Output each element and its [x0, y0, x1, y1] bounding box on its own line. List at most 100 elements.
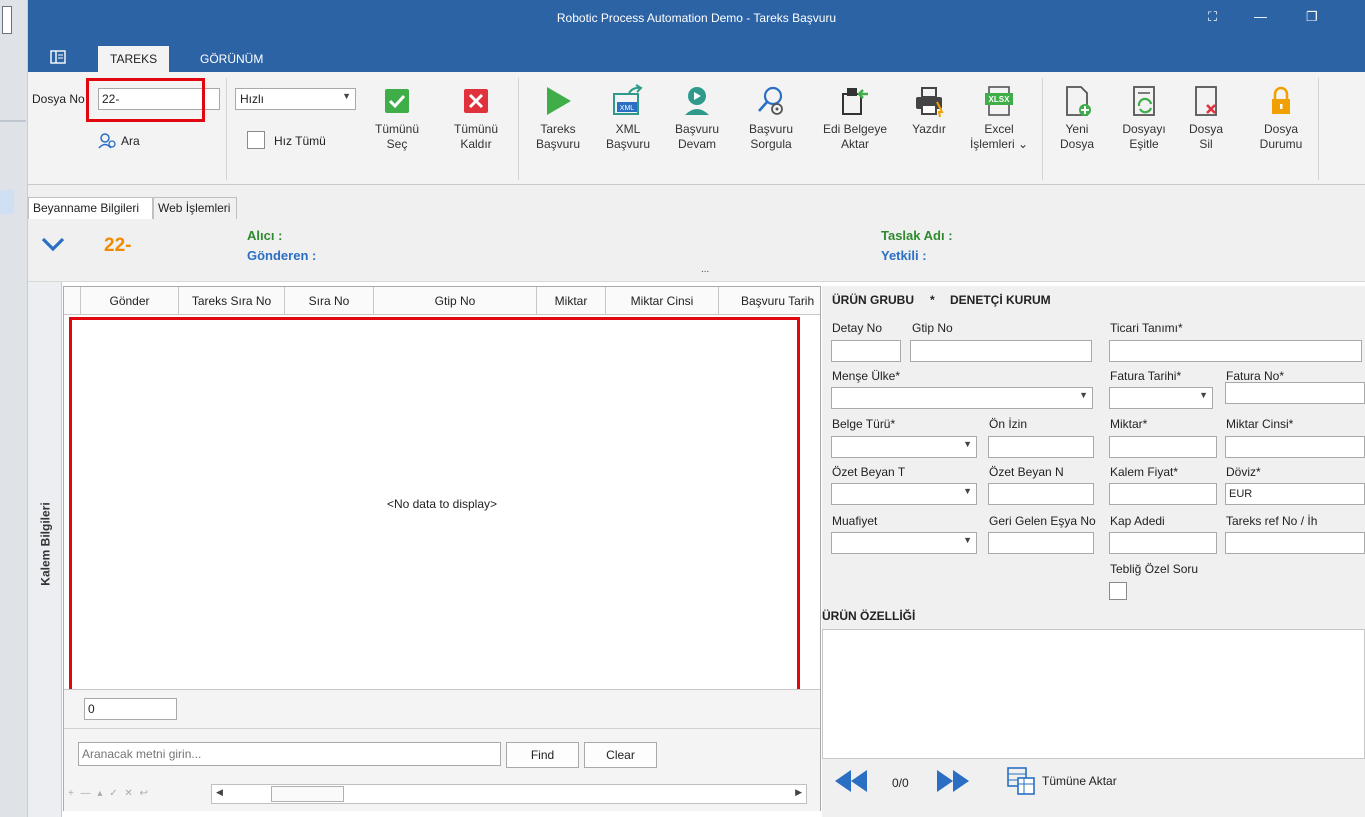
search-button[interactable]: Ara: [98, 132, 140, 150]
print-button[interactable]: Yazdır: [906, 84, 952, 137]
currency-input[interactable]: [1225, 483, 1365, 505]
select-all-button[interactable]: Tümünü Seç: [372, 84, 422, 152]
required-star: *: [930, 293, 935, 307]
column-header[interactable]: Gönder: [81, 287, 179, 315]
document-import-icon: [842, 88, 868, 115]
commercial-name-input[interactable]: [1109, 340, 1362, 362]
user-search-icon: [98, 133, 116, 149]
chevron-down-icon: ▼: [963, 439, 972, 449]
tareks-ref-input[interactable]: [1225, 532, 1365, 554]
gtip-no-input[interactable]: [910, 340, 1092, 362]
column-header[interactable]: Gtip No: [374, 287, 537, 315]
delete-file-button[interactable]: Dosya Sil: [1183, 84, 1229, 152]
invoice-no-input[interactable]: [1225, 382, 1365, 404]
all-speed-checkbox[interactable]: [247, 131, 265, 149]
scroll-left-icon[interactable]: ◀: [216, 787, 223, 798]
previous-icon[interactable]: [832, 768, 870, 797]
file-status-button[interactable]: Dosya Durumu: [1254, 84, 1308, 152]
xml-apply-button[interactable]: XML XML Başvuru: [601, 84, 655, 152]
tab-tareks[interactable]: TAREKS: [98, 46, 170, 72]
column-header[interactable]: Sıra No: [285, 287, 374, 315]
fullscreen-button[interactable]: ⛶: [1208, 9, 1217, 25]
panel-toggle-icon[interactable]: [50, 50, 66, 67]
origin-country-label: Menşe Ülke*: [832, 369, 901, 383]
scroll-thumb[interactable]: [271, 786, 344, 802]
detail-no-label: Detay No: [832, 321, 883, 335]
transfer-table-icon: [1007, 767, 1035, 795]
horizontal-scrollbar[interactable]: ◀ ▶: [211, 784, 807, 804]
declaration-number: 22-: [104, 235, 132, 256]
new-file-button[interactable]: Yeni Dosya: [1054, 84, 1100, 152]
xml-export-icon: XML: [613, 84, 643, 115]
find-button[interactable]: Find: [506, 742, 579, 768]
sync-file-icon: [1133, 86, 1155, 116]
quantity-label: Miktar*: [1110, 417, 1148, 431]
special-question-checkbox[interactable]: [1109, 582, 1127, 600]
column-header[interactable]: Başvuru Tarih: [719, 287, 820, 315]
speed-select[interactable]: Hızlı ▼: [235, 88, 356, 110]
file-no-label: Dosya No: [32, 92, 85, 106]
background-window-edge: [0, 0, 28, 817]
quantity-type-label: Miktar Cinsi*: [1226, 417, 1294, 431]
highlight-box: [69, 317, 800, 695]
scroll-right-icon[interactable]: ▶: [795, 787, 802, 798]
returned-goods-input[interactable]: [988, 532, 1094, 554]
grid-search-input[interactable]: [78, 742, 501, 766]
splitter-grip[interactable]: ...: [701, 264, 709, 275]
tab-beyanname-bilgileri[interactable]: Beyanname Bilgileri: [28, 197, 153, 219]
app-window: Robotic Process Automation Demo - Tareks…: [0, 0, 1365, 817]
tareks-apply-button[interactable]: Tareks Başvuru: [531, 84, 585, 152]
svg-text:XLSX: XLSX: [989, 95, 1011, 104]
highlight-box: [86, 78, 205, 122]
declaration-header: 22- Alıcı : Gönderen : Taslak Adı : Yetk…: [28, 220, 1365, 282]
summary-declaration-t-label: Özet Beyan T: [832, 465, 906, 479]
apply-query-button[interactable]: Başvuru Sorgula: [741, 84, 801, 152]
background-selection: [0, 190, 14, 214]
summary-declaration-t-select[interactable]: ▼: [831, 483, 977, 505]
package-count-label: Kap Adedi: [1110, 514, 1165, 528]
item-price-input[interactable]: [1109, 483, 1217, 505]
invoice-date-picker[interactable]: ▼: [1109, 387, 1213, 409]
exemption-select[interactable]: ▼: [831, 532, 977, 554]
sync-file-button[interactable]: Dosyayı Eşitle: [1118, 84, 1170, 152]
close-icon: [464, 89, 488, 113]
item-price-label: Kalem Fiyat*: [1110, 465, 1179, 479]
item-info-label: Kalem Bilgileri: [38, 502, 53, 586]
minimize-button[interactable]: —: [1254, 9, 1267, 24]
row-count-field[interactable]: [84, 698, 177, 720]
quantity-input[interactable]: [1109, 436, 1217, 458]
chevron-down-icon: ▼: [963, 486, 972, 496]
pre-permit-input[interactable]: [988, 436, 1094, 458]
clear-all-button[interactable]: Tümünü Kaldır: [450, 84, 502, 152]
grid-indicator-header: [64, 287, 81, 315]
title-bar: Robotic Process Automation Demo - Tareks…: [28, 0, 1365, 40]
apply-continue-button[interactable]: Başvuru Devam: [670, 84, 724, 152]
excel-operations-button[interactable]: XLSX Excel İşlemleri ⌄: [964, 84, 1034, 152]
column-header[interactable]: Miktar: [537, 287, 606, 315]
chevron-down-icon: ▼: [963, 535, 972, 545]
edi-transfer-button[interactable]: Edi Belgeye Aktar: [815, 84, 895, 152]
package-count-input[interactable]: [1109, 532, 1217, 554]
column-header[interactable]: Tareks Sıra No: [179, 287, 285, 315]
product-feature-area[interactable]: [822, 629, 1365, 759]
summary-declaration-n-input[interactable]: [988, 483, 1094, 505]
document-type-select[interactable]: ▼: [831, 436, 977, 458]
navigator-buttons[interactable]: + — ▴ ✓ ✕ ↩: [68, 788, 150, 799]
maximize-button[interactable]: ❐: [1306, 9, 1318, 25]
origin-country-select[interactable]: ▼: [831, 387, 1093, 409]
items-grid: Gönder Tareks Sıra No Sıra No Gtip No Mi…: [63, 286, 821, 811]
quantity-type-input[interactable]: [1225, 436, 1365, 458]
tab-web-islemleri[interactable]: Web İşlemleri: [153, 197, 237, 219]
transfer-all-button[interactable]: Tümüne Aktar: [1006, 766, 1117, 796]
special-question-label: Tebliğ Özel Soru: [1110, 562, 1199, 576]
new-file-icon: [1066, 86, 1091, 116]
next-icon[interactable]: [934, 768, 972, 797]
column-header[interactable]: Miktar Cinsi: [606, 287, 719, 315]
tab-gorunum[interactable]: GÖRÜNÜM: [188, 46, 275, 72]
clear-button[interactable]: Clear: [584, 742, 657, 768]
user-play-icon: [685, 87, 709, 115]
excel-icon: XLSX: [985, 86, 1013, 116]
detail-no-input[interactable]: [831, 340, 901, 362]
inspector-label: DENETÇİ KURUM: [950, 293, 1051, 307]
chevron-down-icon[interactable]: [41, 236, 65, 255]
